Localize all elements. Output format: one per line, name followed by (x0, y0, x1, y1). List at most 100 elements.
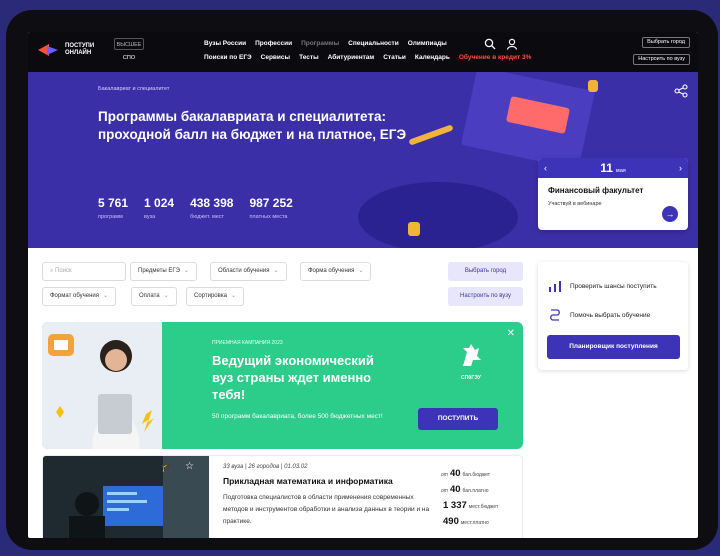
check-chances-label: Проверить шансы поступить (570, 282, 657, 290)
stat-budget-places: 438 398 бюджет. мест (190, 196, 233, 220)
promo-banner[interactable]: ПРИЕМНАЯ КАМПАНИЯ 2023 Ведущий экономиче… (42, 322, 523, 449)
stat-suffix: мест.платно (460, 520, 489, 526)
filter-label: Оплата (139, 293, 160, 299)
stat-label: платных места (249, 214, 288, 220)
search-icon[interactable] (484, 38, 496, 50)
nav-link-tests[interactable]: Тесты (299, 54, 319, 61)
graduation-cap-icon[interactable]: 🎓 (161, 462, 172, 473)
chevron-left-icon[interactable]: ‹ (544, 163, 547, 173)
program-meta: 33 вуза | 26 городов | 01.03.02 (223, 464, 308, 470)
user-icon[interactable] (506, 38, 518, 50)
nav-link-services[interactable]: Сервисы (261, 54, 290, 61)
header-choose-city-button[interactable]: Выбрать город (642, 37, 690, 48)
stat-value: 490 (443, 516, 459, 527)
filter-label: Области обучения (218, 268, 270, 274)
filter-study-format[interactable]: Формат обучения ⌄ (42, 287, 117, 306)
arrow-right-icon[interactable]: → (662, 206, 678, 222)
hero-decoration (408, 222, 420, 236)
stat-label: бюджет. мест (190, 214, 225, 220)
program-description: Подготовка специалистов в области примен… (223, 494, 430, 525)
site-logo[interactable]: ПОСТУПИ ОНЛАЙН (38, 42, 105, 58)
griffin-logo-icon (463, 344, 481, 366)
program-stats: от 40 бал.бюджет от 40 бал.платно 1 337 мест.… (441, 468, 521, 532)
chevron-right-icon[interactable]: › (679, 163, 682, 173)
stat-suffix: бал.бюджет (462, 472, 491, 478)
program-title[interactable]: Прикладная математика и информатика (223, 476, 393, 486)
check-chances-link[interactable]: Проверить шансы поступить (548, 280, 657, 292)
chevron-down-icon: ⌄ (358, 268, 364, 274)
chevron-down-icon: ⌄ (163, 293, 169, 299)
stat-label: программ (98, 214, 123, 220)
filter-ege-subjects[interactable]: Предметы ЕГЭ ⌄ (130, 262, 197, 281)
nav-link-professions[interactable]: Профессии (255, 40, 292, 47)
university-logo-name: СПбГЭУ (461, 375, 481, 381)
nav-link-olympiads[interactable]: Олимпиады (408, 40, 447, 47)
chevron-down-icon: ⌄ (230, 293, 236, 299)
filter-study-area[interactable]: Области обучения ⌄ (210, 262, 287, 281)
help-choose-label: Помочь выбрать обучение (570, 311, 651, 319)
main-nav-row-2: Поиски по ЕГЭ Сервисы Тесты Абитуриентам… (204, 54, 531, 61)
setup-university-button[interactable]: Настроить по вузу (448, 287, 523, 306)
bar-chart-icon (549, 281, 561, 292)
event-date-bar: ‹ 11 мая › (538, 158, 688, 178)
filter-sort[interactable]: Сортировка ⌄ (186, 287, 244, 306)
nav-link-applicants[interactable]: Абитуриентам (328, 54, 375, 61)
filter-label: Формат обучения (50, 293, 99, 299)
header-settings-button[interactable]: Настроить по вузу (633, 54, 690, 65)
star-icon[interactable]: ☆ (185, 461, 194, 472)
nav-link-ege-search[interactable]: Поиски по ЕГЭ (204, 54, 252, 61)
filter-study-form[interactable]: Форма обучения ⌄ (300, 262, 372, 281)
stat-suffix: бал.платно (462, 488, 489, 494)
admission-tools-panel: Проверить шансы поступить Помочь выбрать… (538, 262, 688, 370)
share-icon[interactable] (674, 84, 688, 98)
promo-photo (42, 322, 162, 449)
stat-paid-score: от 40 бал.платно (441, 484, 521, 495)
nav-link-credit[interactable]: Обучение в кредит 3% (459, 54, 531, 61)
stat-value: 40 (449, 484, 461, 495)
chevron-down-icon: ⌄ (103, 293, 109, 299)
hero-decoration (358, 182, 518, 248)
stat-value: 1 337 (443, 500, 467, 511)
stat-value: 438 398 (190, 196, 234, 210)
stat-budget-places: 1 337 мест.бюджет (441, 500, 521, 511)
admission-planner-button[interactable]: Планировщик поступления (547, 335, 680, 359)
stat-value: 40 (449, 468, 461, 479)
event-title: Финансовый факультет (548, 186, 644, 195)
stat-value: 987 252 (249, 196, 293, 210)
level-tab-higher[interactable]: ВЫСШЕЕ (114, 38, 144, 50)
promo-title: Ведущий экономический вуз страны ждет им… (212, 353, 374, 402)
webinar-card[interactable]: ‹ 11 мая › Финансовый факультет Участвуй … (538, 158, 688, 230)
student-illustration (48, 334, 154, 449)
choose-city-button[interactable]: Выбрать город (448, 262, 523, 281)
help-choose-link[interactable]: Помочь выбрать обучение (548, 308, 650, 322)
program-photo: 🎓 ☆ (43, 456, 209, 538)
close-icon[interactable]: ✕ (507, 328, 515, 339)
stat-value: 5 761 (98, 196, 129, 210)
stat-paid-places: 490 мест.платно (441, 516, 521, 527)
event-day: 11 (600, 161, 613, 175)
search-icon: ⌕ (50, 268, 54, 274)
stat-universities: 1 024 вуза (144, 196, 174, 220)
browser-screen: ПОСТУПИ ОНЛАЙН ВЫСШЕЕ СПО Вузы России Пр… (28, 32, 698, 538)
stat-suffix: мест.бюджет (468, 504, 499, 510)
logo-mark-icon (38, 44, 58, 56)
nav-link-specialties[interactable]: Специальности (348, 40, 399, 47)
level-tab-spo[interactable]: СПО (114, 52, 144, 64)
apply-button[interactable]: ПОСТУПИТЬ (418, 408, 498, 430)
nav-link-programs[interactable]: Программы (301, 40, 339, 47)
nav-link-articles[interactable]: Статьи (383, 54, 406, 61)
main-nav-row-1: Вузы России Профессии Программы Специаль… (204, 40, 447, 47)
university-logo: СПбГЭУ (456, 342, 486, 382)
filter-label: Предметы ЕГЭ (138, 268, 180, 274)
search-input[interactable]: ⌕ Поиск (42, 262, 126, 281)
chevron-down-icon: ⌄ (183, 268, 189, 274)
chevron-down-icon: ⌄ (273, 268, 279, 274)
hero-decoration (588, 80, 598, 92)
filter-label: Форма обучения (308, 268, 355, 274)
breadcrumb[interactable]: Бакалавриат и специалитет (98, 86, 169, 92)
stat-budget-score: от 40 бал.бюджет (441, 468, 521, 479)
nav-link-universities[interactable]: Вузы России (204, 40, 246, 47)
program-card[interactable]: 🎓 ☆ 33 вуза | 26 городов | 01.03.02 Прик… (42, 455, 523, 538)
nav-link-calendar[interactable]: Календарь (415, 54, 450, 61)
filter-payment[interactable]: Оплата ⌄ (131, 287, 177, 306)
